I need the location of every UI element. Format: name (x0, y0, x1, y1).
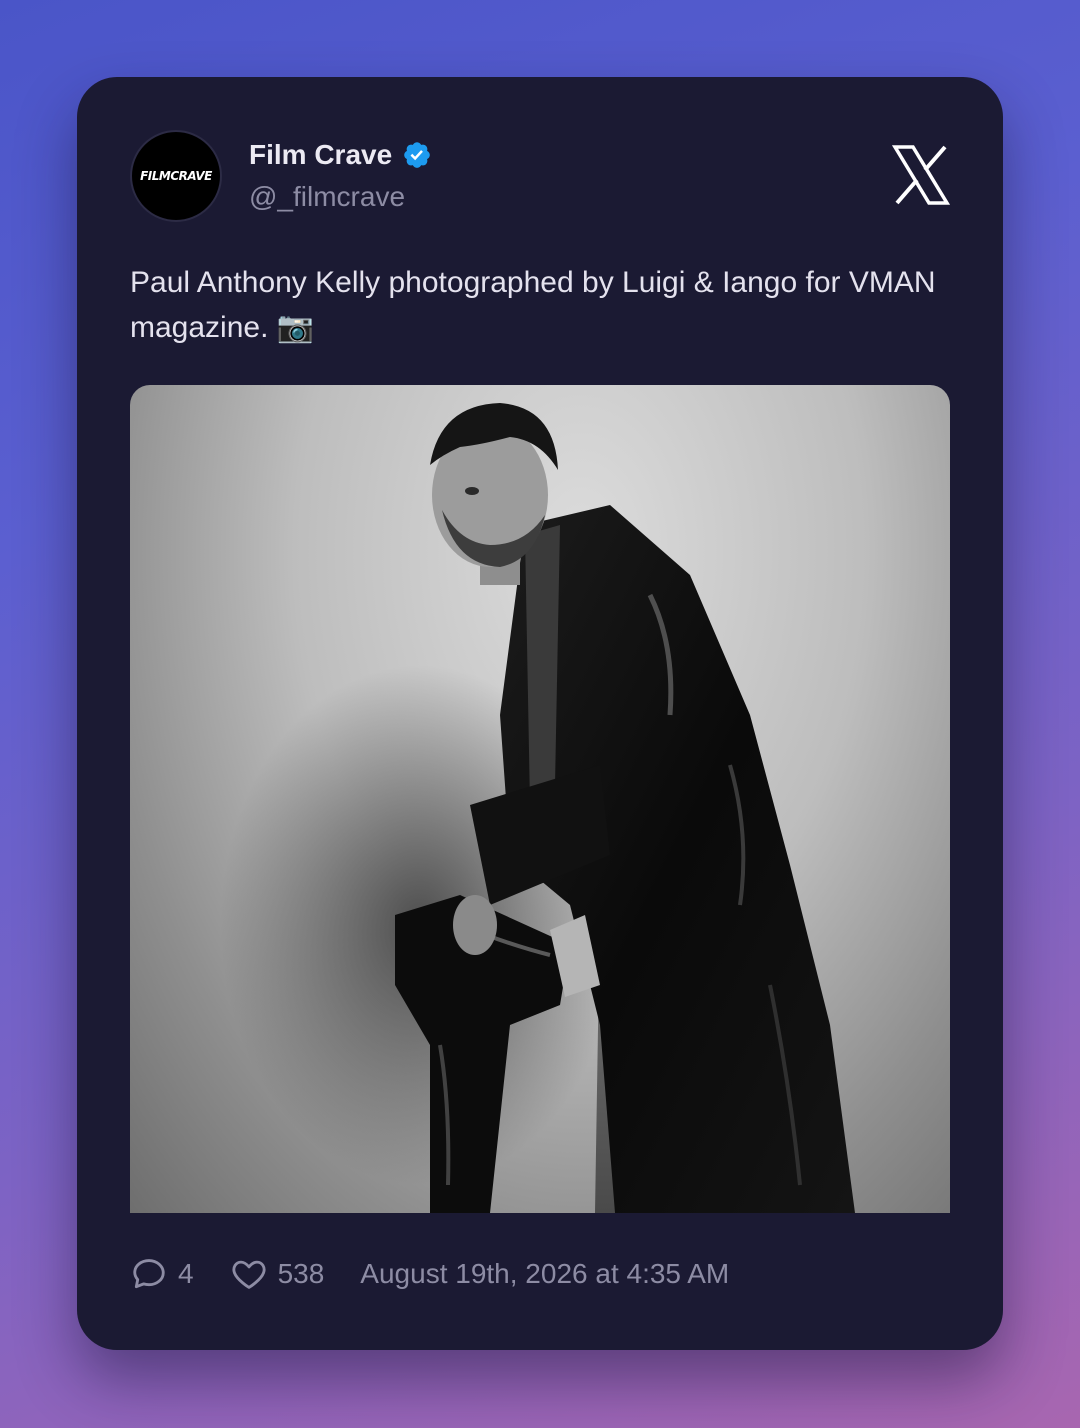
heart-icon (232, 1260, 266, 1289)
tweet-text: Paul Anthony Kelly photographed by Luigi… (130, 266, 936, 344)
reply-stat[interactable]: 4 (130, 1255, 194, 1293)
verified-badge-icon (404, 142, 430, 168)
tweet-photo[interactable] (130, 385, 950, 1213)
avatar-logo-text: FILMCRAVE (140, 169, 212, 183)
author-handle[interactable]: @_filmcrave (249, 181, 405, 213)
tweet-footer: 4 538 August 19th, 2026 at 4:35 AM (130, 1255, 729, 1293)
avatar[interactable]: FILMCRAVE (130, 130, 222, 222)
x-logo-icon[interactable] (892, 145, 950, 205)
tweet-timestamp[interactable]: August 19th, 2026 at 4:35 AM (360, 1258, 729, 1290)
like-stat[interactable]: 538 (230, 1255, 325, 1293)
photo-subject-illustration (220, 403, 855, 1213)
author-display-name[interactable]: Film Crave (249, 139, 392, 171)
reply-count: 4 (178, 1258, 194, 1289)
speech-bubble-icon (133, 1259, 165, 1289)
author-name-row: Film Crave (249, 139, 432, 171)
tweet-card: FILMCRAVE Film Crave @_filmcrave Paul An… (77, 77, 1003, 1350)
like-count: 538 (277, 1258, 325, 1289)
